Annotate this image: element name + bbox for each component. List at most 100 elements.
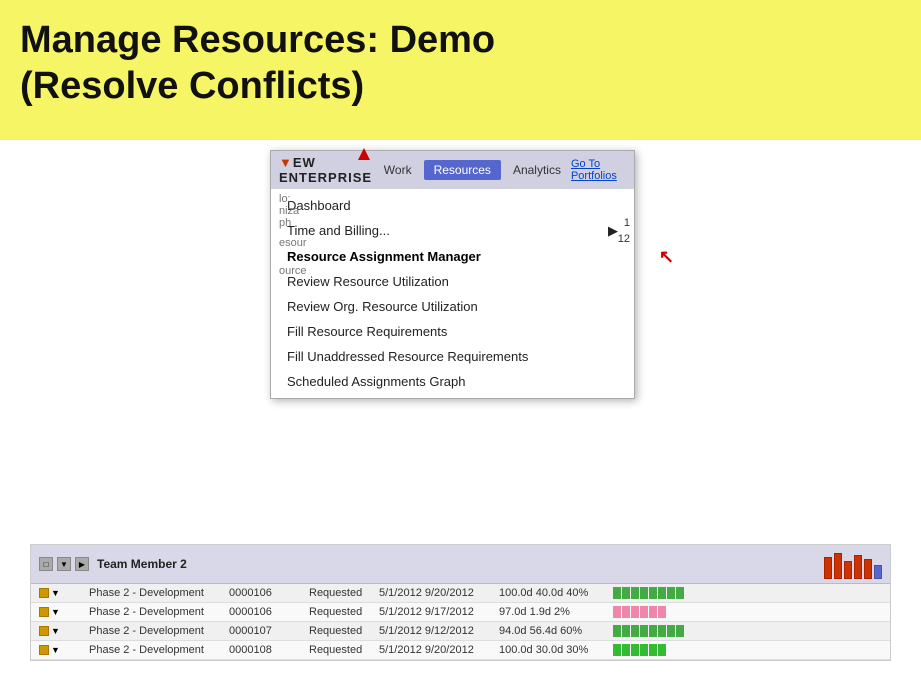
gantt-block — [640, 606, 648, 618]
table-row: ▼ Phase 2 - Development 0000107 Requeste… — [31, 622, 890, 641]
gantt-block — [631, 625, 639, 637]
dur-col-3: 94.0d 56.4d 60% — [499, 625, 609, 637]
id-col-1: 0000106 — [229, 587, 309, 599]
chart-bar-3 — [844, 561, 852, 579]
date-col-2: 5/1/2012 9/17/2012 — [379, 606, 499, 618]
gantt-block — [649, 644, 657, 656]
row-controls-1: ▼ — [39, 588, 89, 598]
gantt-block — [649, 625, 657, 637]
row-controls-2: ▼ — [39, 607, 89, 617]
chart-bar-5 — [864, 559, 872, 579]
date-col-4: 5/1/2012 9/20/2012 — [379, 644, 499, 656]
id-col-3: 0000107 — [229, 625, 309, 637]
gantt-block — [622, 587, 630, 599]
partial-number: 1 — [624, 217, 630, 229]
team-member-label: Team Member 2 — [97, 557, 187, 571]
gantt-block — [658, 606, 666, 618]
row-arrow-4: ▼ — [51, 645, 60, 655]
nav-btn[interactable]: ▶ — [75, 557, 89, 571]
nav-bar: ▼EW ENTERPRISE Work Resources Analytics … — [271, 151, 634, 189]
table-row: ▼ Phase 2 - Development 0000106 Requeste… — [31, 584, 890, 603]
menu-item-fill-unaddressed[interactable]: Fill Unaddressed Resource Requirements — [271, 344, 634, 369]
gantt-block — [622, 606, 630, 618]
partial-number2: 12 — [618, 233, 630, 245]
gantt-block — [631, 644, 639, 656]
chart-bar-6 — [874, 565, 882, 579]
row-icon-4 — [39, 645, 49, 655]
menu-item-timebilling[interactable]: Time and Billing... ▶ — [271, 218, 634, 244]
red-arrow-annotation: ↖ — [659, 246, 674, 267]
menu-item-dashboard[interactable]: Dashboard — [271, 193, 634, 218]
id-col-2: 0000106 — [229, 606, 309, 618]
gantt-block — [667, 625, 675, 637]
chart-bar-1 — [824, 557, 832, 579]
cursor-indicator — [358, 148, 370, 160]
dur-col-1: 100.0d 40.0d 40% — [499, 587, 609, 599]
menu-item-scheduled-graph[interactable]: Scheduled Assignments Graph — [271, 369, 634, 394]
resource-table-section: □ ▼ ▶ Team Member 2 — [0, 410, 921, 661]
dur-col-2: 97.0d 1.9d 2% — [499, 606, 609, 618]
resource-table: □ ▼ ▶ Team Member 2 — [30, 544, 891, 661]
status-col-2: Requested — [309, 606, 379, 618]
page-title: Manage Resources: Demo (Resolve Conflict… — [20, 18, 901, 109]
row-icon-1 — [39, 588, 49, 598]
phase-col-3: Phase 2 - Development — [89, 625, 229, 637]
nav-tabs: Work Resources Analytics — [374, 160, 571, 180]
gantt-bar-2 — [613, 606, 666, 618]
tab-resources[interactable]: Resources — [424, 160, 501, 180]
tab-work[interactable]: Work — [374, 160, 422, 180]
gantt-block — [649, 587, 657, 599]
table-row: ▼ Phase 2 - Development 0000106 Requeste… — [31, 603, 890, 622]
gantt-block — [658, 644, 666, 656]
table-row: ▼ Phase 2 - Development 0000108 Requeste… — [31, 641, 890, 660]
gantt-block — [640, 625, 648, 637]
gantt-block — [676, 625, 684, 637]
gantt-block — [631, 587, 639, 599]
menu-item-review-org[interactable]: Review Org. Resource Utilization — [271, 294, 634, 319]
chart-bar-2 — [834, 553, 842, 579]
gantt-bar-1 — [613, 587, 684, 599]
gantt-bar-3 — [613, 625, 684, 637]
go-to-portfolios-link[interactable]: Go To Portfolios — [571, 158, 626, 182]
date-col-3: 5/1/2012 9/12/2012 — [379, 625, 499, 637]
table-controls: □ ▼ ▶ Team Member 2 — [39, 557, 824, 571]
status-col-3: Requested — [309, 625, 379, 637]
gantt-block — [676, 587, 684, 599]
tab-analytics[interactable]: Analytics — [503, 160, 571, 180]
menu-item-fill-req[interactable]: Fill Resource Requirements — [271, 319, 634, 344]
menu-items: Dashboard Time and Billing... ▶ Resource… — [271, 189, 634, 398]
row-controls-4: ▼ — [39, 645, 89, 655]
row-arrow-3: ▼ — [51, 626, 60, 636]
row-arrow-1: ▼ — [51, 588, 60, 598]
gantt-block — [658, 625, 666, 637]
status-col-4: Requested — [309, 644, 379, 656]
mini-chart — [824, 549, 882, 579]
demo-screenshot-area: ▼EW ENTERPRISE Work Resources Analytics … — [0, 140, 921, 410]
phase-col-1: Phase 2 - Development — [89, 587, 229, 599]
page-header: Manage Resources: Demo (Resolve Conflict… — [0, 0, 921, 140]
table-header: □ ▼ ▶ Team Member 2 — [31, 545, 890, 584]
gantt-block — [613, 606, 621, 618]
status-col-1: Requested — [309, 587, 379, 599]
row-arrow-2: ▼ — [51, 607, 60, 617]
chart-bar-4 — [854, 555, 862, 579]
gantt-block — [613, 625, 621, 637]
dropdown-panel: ▼EW ENTERPRISE Work Resources Analytics … — [270, 150, 635, 399]
collapse-btn[interactable]: □ — [39, 557, 53, 571]
menu-item-ram[interactable]: Resource Assignment Manager ↖ — [271, 244, 634, 269]
phase-col-4: Phase 2 - Development — [89, 644, 229, 656]
row-icon-2 — [39, 607, 49, 617]
gantt-block — [631, 606, 639, 618]
row-icon-3 — [39, 626, 49, 636]
phase-col-2: Phase 2 - Development — [89, 606, 229, 618]
menu-item-review-util[interactable]: Review Resource Utilization — [271, 269, 634, 294]
gantt-bar-4 — [613, 644, 666, 656]
expand-btn[interactable]: ▼ — [57, 557, 71, 571]
gantt-block — [613, 587, 621, 599]
dur-col-4: 100.0d 30.0d 30% — [499, 644, 609, 656]
gantt-block — [613, 644, 621, 656]
submenu-arrow-icon: ▶ — [608, 223, 618, 239]
date-col-1: 5/1/2012 9/20/2012 — [379, 587, 499, 599]
row-controls-3: ▼ — [39, 626, 89, 636]
gantt-block — [622, 644, 630, 656]
